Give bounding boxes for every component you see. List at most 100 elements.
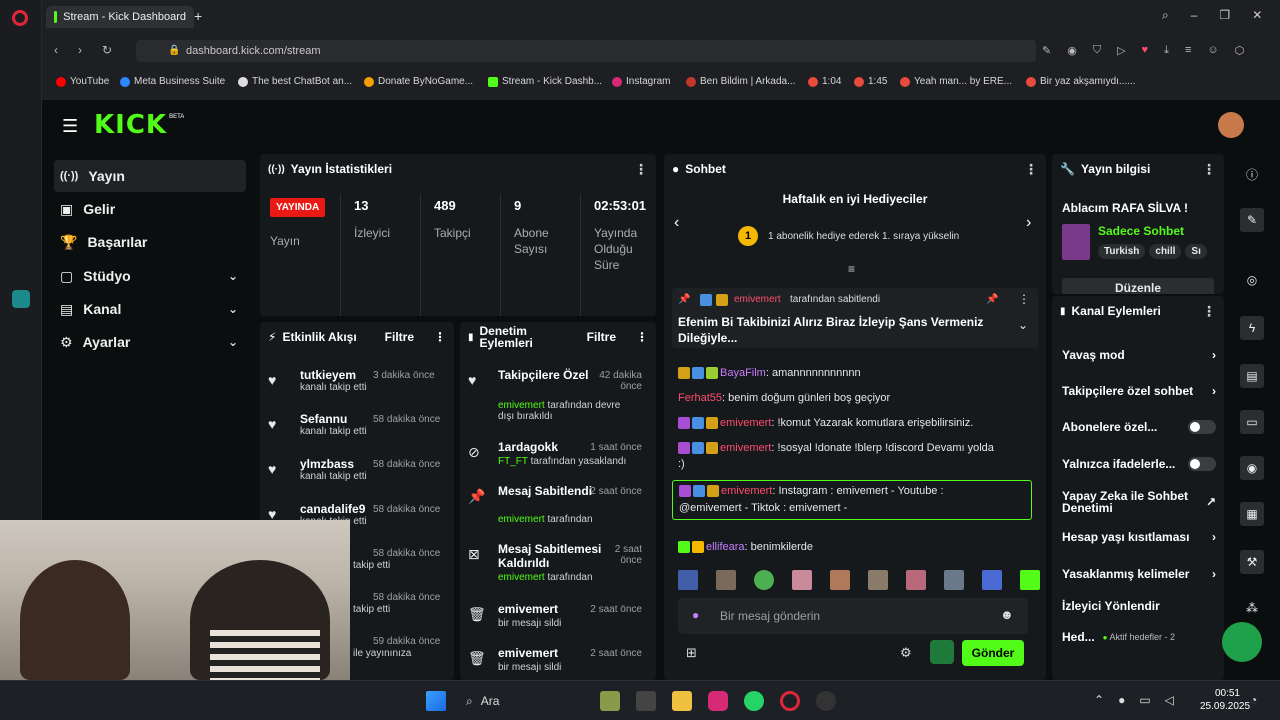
chatbot-icon[interactable] bbox=[930, 640, 954, 664]
minimize-icon[interactable]: – bbox=[1191, 8, 1198, 23]
info-icon[interactable]: ⓘ bbox=[1240, 162, 1264, 186]
new-tab-button[interactable]: + bbox=[194, 8, 202, 24]
sidebar-item-ayarlar[interactable]: ⚙ Ayarlar ⌄ bbox=[54, 326, 246, 358]
emote-icon[interactable] bbox=[982, 570, 1002, 590]
more-options-icon[interactable]: ⋮ bbox=[1018, 292, 1030, 306]
forward-icon[interactable]: › bbox=[78, 43, 82, 57]
more-options-icon[interactable]: ⋮ bbox=[1024, 161, 1038, 178]
notification-icon[interactable]: ◔ bbox=[1250, 693, 1257, 707]
opera-logo-icon[interactable] bbox=[12, 10, 28, 26]
pin-icon[interactable]: 📌 bbox=[986, 294, 998, 305]
raid-item[interactable]: İzleyici Yönlendir bbox=[1062, 599, 1216, 613]
camera-icon[interactable]: ◉ bbox=[1067, 44, 1077, 57]
highlighted-message[interactable]: emivemert: Instagram : emivemert - Youtu… bbox=[672, 480, 1032, 520]
more-options-icon[interactable]: ⋮ bbox=[1202, 303, 1216, 320]
profile-icon[interactable]: ☺ bbox=[1207, 44, 1218, 57]
document-icon[interactable]: ▤ bbox=[1240, 364, 1264, 388]
chevron-up-icon[interactable]: ⌃ bbox=[1094, 693, 1104, 707]
nodes-icon[interactable]: ⁂ bbox=[1240, 596, 1264, 620]
menu-icon[interactable]: ≡ bbox=[1185, 44, 1191, 57]
widgets-icon[interactable] bbox=[600, 691, 620, 711]
emote-icon[interactable] bbox=[906, 570, 926, 590]
maximize-icon[interactable]: ❐ bbox=[1219, 8, 1230, 23]
subscribers-only-toggle[interactable] bbox=[1188, 420, 1216, 434]
workspace-icon[interactable] bbox=[12, 290, 30, 308]
more-options-icon[interactable]: ⋮ bbox=[1202, 161, 1216, 178]
taskbar-search[interactable]: ⌕ Ara bbox=[458, 689, 578, 713]
slow-mode-item[interactable]: Yavaş mod › bbox=[1062, 348, 1216, 362]
bookmark-video-1[interactable]: 1:04 bbox=[808, 76, 841, 87]
emote-icon[interactable] bbox=[754, 570, 774, 590]
subscribers-only-item[interactable]: Abonelere özel... bbox=[1062, 420, 1216, 434]
obs-icon[interactable] bbox=[816, 691, 836, 711]
account-age-item[interactable]: Hesap yaşı kısıtlaması › bbox=[1062, 530, 1216, 544]
search-tabs-icon[interactable]: ⌕ bbox=[1162, 8, 1169, 23]
sidebar-item-basarilar[interactable]: 🏆 Başarılar bbox=[54, 226, 246, 258]
emote-icon[interactable] bbox=[678, 570, 698, 590]
bookmark-bir-yaz[interactable]: Bir yaz akşamıydı...... bbox=[1026, 76, 1136, 87]
emotes-only-toggle[interactable] bbox=[1188, 457, 1216, 471]
edit-icon[interactable]: ✎ bbox=[1042, 44, 1051, 57]
opera-icon[interactable] bbox=[780, 691, 800, 711]
bookmark-video-2[interactable]: 1:45 bbox=[854, 76, 887, 87]
task-view-icon[interactable] bbox=[636, 691, 656, 711]
emote-icon[interactable] bbox=[716, 570, 736, 590]
emote-icon[interactable] bbox=[944, 570, 964, 590]
support-chat-icon[interactable] bbox=[1222, 622, 1262, 662]
bookmark-youtube[interactable]: YouTube bbox=[56, 76, 109, 87]
start-icon[interactable] bbox=[426, 691, 446, 711]
send-button[interactable]: Gönder bbox=[962, 640, 1024, 666]
clock[interactable]: 00:51 25.09.2025 bbox=[1200, 687, 1250, 713]
kick-logo[interactable]: KICK BETA bbox=[94, 110, 184, 140]
layout-icon[interactable]: ▦ bbox=[1240, 502, 1264, 526]
edit-button[interactable]: Düzenle bbox=[1062, 278, 1214, 294]
goals-item[interactable]: Hed... ● Aktif hedefler - 2 bbox=[1062, 630, 1216, 644]
play-icon[interactable]: ▷ bbox=[1117, 44, 1125, 57]
reload-icon[interactable]: ↻ bbox=[102, 43, 112, 57]
pinned-message[interactable]: 📌 emivemert tarafından sabitlendi 📌 ⋮ Ef… bbox=[672, 288, 1038, 348]
emote-icon[interactable] bbox=[830, 570, 850, 590]
banned-words-item[interactable]: Yasaklanmış kelimeler › bbox=[1062, 567, 1216, 581]
chat-input[interactable]: ● Bir mesaj gönderin ☻ bbox=[678, 598, 1028, 634]
volume-icon[interactable]: ◁ bbox=[1165, 693, 1174, 707]
next-arrow-icon[interactable]: › bbox=[1026, 214, 1031, 232]
emote-icon[interactable] bbox=[868, 570, 888, 590]
bookmark-donate[interactable]: Donate ByNoGame... bbox=[364, 76, 473, 87]
scroll-handle-icon[interactable]: ≡ bbox=[848, 262, 855, 276]
sidebar-item-gelir[interactable]: ▣ Gelir bbox=[54, 193, 246, 225]
emote-icon[interactable] bbox=[792, 570, 812, 590]
more-options-icon[interactable]: ⋮ bbox=[636, 330, 648, 344]
chevron-down-icon[interactable]: ⌄ bbox=[1018, 318, 1028, 332]
heart-icon[interactable]: ♥ bbox=[1142, 44, 1149, 57]
chat-bubble-icon[interactable]: ▭ bbox=[1240, 410, 1264, 434]
sidebar-item-yayin[interactable]: ((·)) Yayın bbox=[54, 160, 246, 192]
browser-tab[interactable]: Stream - Kick Dashboard bbox=[46, 6, 194, 28]
emote-icon[interactable] bbox=[1020, 570, 1040, 590]
lightning-icon[interactable]: ϟ bbox=[1240, 316, 1264, 340]
shield-icon[interactable]: ⛉ bbox=[1093, 44, 1101, 57]
prev-arrow-icon[interactable]: ‹ bbox=[674, 214, 679, 232]
chat-message[interactable]: :) bbox=[678, 458, 685, 470]
sidebar-item-studyo[interactable]: ▢ Stüdyo ⌄ bbox=[54, 260, 246, 292]
whatsapp-icon[interactable] bbox=[744, 691, 764, 711]
wrench-icon[interactable]: ⚒ bbox=[1240, 550, 1264, 574]
chat-message[interactable]: Ferhat55: benim doğum günleri boş geçiyo… bbox=[678, 392, 890, 404]
chat-message[interactable]: ellifeara: benimkilerde bbox=[678, 541, 813, 554]
emoji-icon[interactable]: ☻ bbox=[1000, 607, 1014, 622]
explorer-icon[interactable] bbox=[672, 691, 692, 711]
broadcast-icon[interactable]: ◉ bbox=[1240, 456, 1264, 480]
bookmark-yeah-man[interactable]: Yeah man... by ERE... bbox=[900, 76, 1012, 87]
moderation-filter-button[interactable]: Filtre bbox=[587, 330, 616, 344]
download-icon[interactable]: ⤓ bbox=[1164, 44, 1169, 57]
address-bar[interactable]: 🔒 dashboard.kick.com/stream bbox=[136, 40, 1036, 62]
bookmark-meta[interactable]: Meta Business Suite bbox=[120, 76, 225, 87]
chat-message[interactable]: emivemert: !sosyal !donate !blerp !disco… bbox=[678, 442, 994, 455]
emotes-only-item[interactable]: Yalnızca ifadelerle... bbox=[1062, 457, 1216, 471]
back-icon[interactable]: ‹ bbox=[54, 43, 58, 57]
more-options-icon[interactable]: ⋮ bbox=[434, 330, 446, 344]
ai-moderation-item[interactable]: Yapay Zeka ile Sohbet Denetimi ↗ bbox=[1062, 490, 1216, 514]
bookmark-ben-bildim[interactable]: Ben Bildim | Arkada... bbox=[686, 76, 795, 87]
avatar[interactable] bbox=[1218, 112, 1244, 138]
sidebar-item-kanal[interactable]: ▤ Kanal ⌄ bbox=[54, 293, 246, 325]
bookmark-kick[interactable]: Stream - Kick Dashb... bbox=[488, 76, 602, 87]
